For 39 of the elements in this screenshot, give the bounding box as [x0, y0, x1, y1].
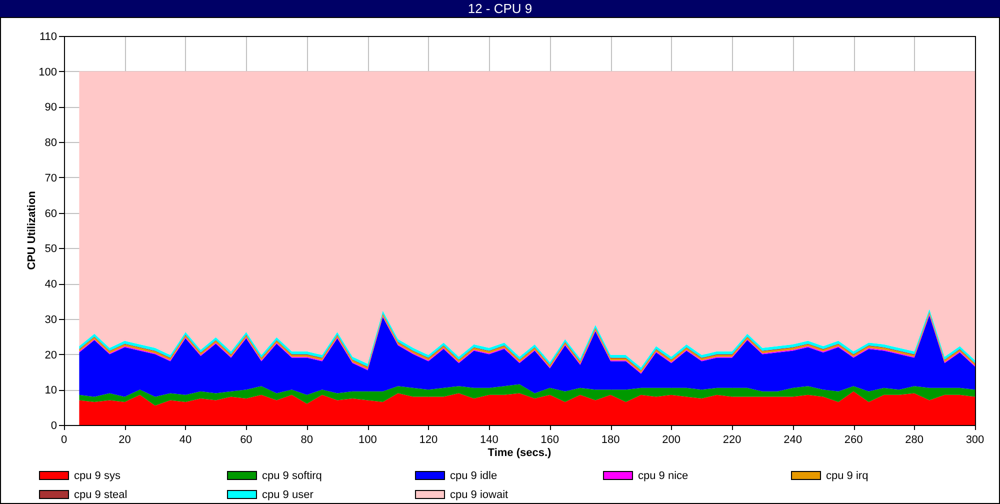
- legend-label: cpu 9 nice: [638, 470, 688, 482]
- legend-label: cpu 9 irq: [826, 470, 868, 482]
- tick-label: 220: [722, 434, 742, 446]
- tick-label: 300: [966, 434, 984, 446]
- tick-label: 60: [44, 208, 57, 220]
- legend-label: cpu 9 steal: [74, 488, 128, 500]
- tick-label: 10: [44, 384, 57, 397]
- tick-label: 50: [44, 243, 57, 256]
- tick-label: 280: [905, 434, 924, 446]
- tick-label: 30: [44, 314, 57, 326]
- window-title: 12 - CPU 9: [468, 1, 532, 16]
- legend-label: cpu 9 sys: [74, 470, 120, 482]
- tick-label: 0: [60, 434, 68, 446]
- tick-label: 260: [844, 434, 863, 446]
- tick-label: 160: [540, 434, 560, 446]
- tick-label: 20: [44, 349, 57, 362]
- tick-label: 70: [44, 172, 57, 184]
- tick-label: 80: [44, 137, 57, 150]
- tick-label: 40: [179, 434, 192, 446]
- legend-label: cpu 9 idle: [450, 470, 498, 482]
- legend-label: cpu 9 user: [262, 488, 314, 500]
- tick-label: 40: [44, 278, 57, 291]
- legend-label: cpu 9 softirq: [262, 470, 322, 482]
- tick-label: 60: [240, 434, 252, 446]
- axis-title: Time (secs.): [488, 447, 552, 459]
- tick-label: 0: [50, 420, 57, 432]
- legend-label: cpu 9 iowait: [450, 488, 508, 500]
- tick-label: 20: [118, 434, 131, 446]
- axis-title: CPU Utilization: [26, 191, 38, 270]
- tick-label: 90: [44, 102, 57, 114]
- tick-label: 110: [39, 31, 57, 43]
- tick-label: 100: [358, 434, 377, 446]
- tick-label: 80: [300, 434, 314, 446]
- tick-label: 200: [662, 434, 681, 446]
- tick-label: 140: [480, 434, 498, 446]
- tick-label: 180: [601, 434, 620, 446]
- tick-label: 120: [419, 434, 438, 446]
- tick-label: 100: [38, 66, 57, 78]
- tick-label: 240: [784, 434, 802, 446]
